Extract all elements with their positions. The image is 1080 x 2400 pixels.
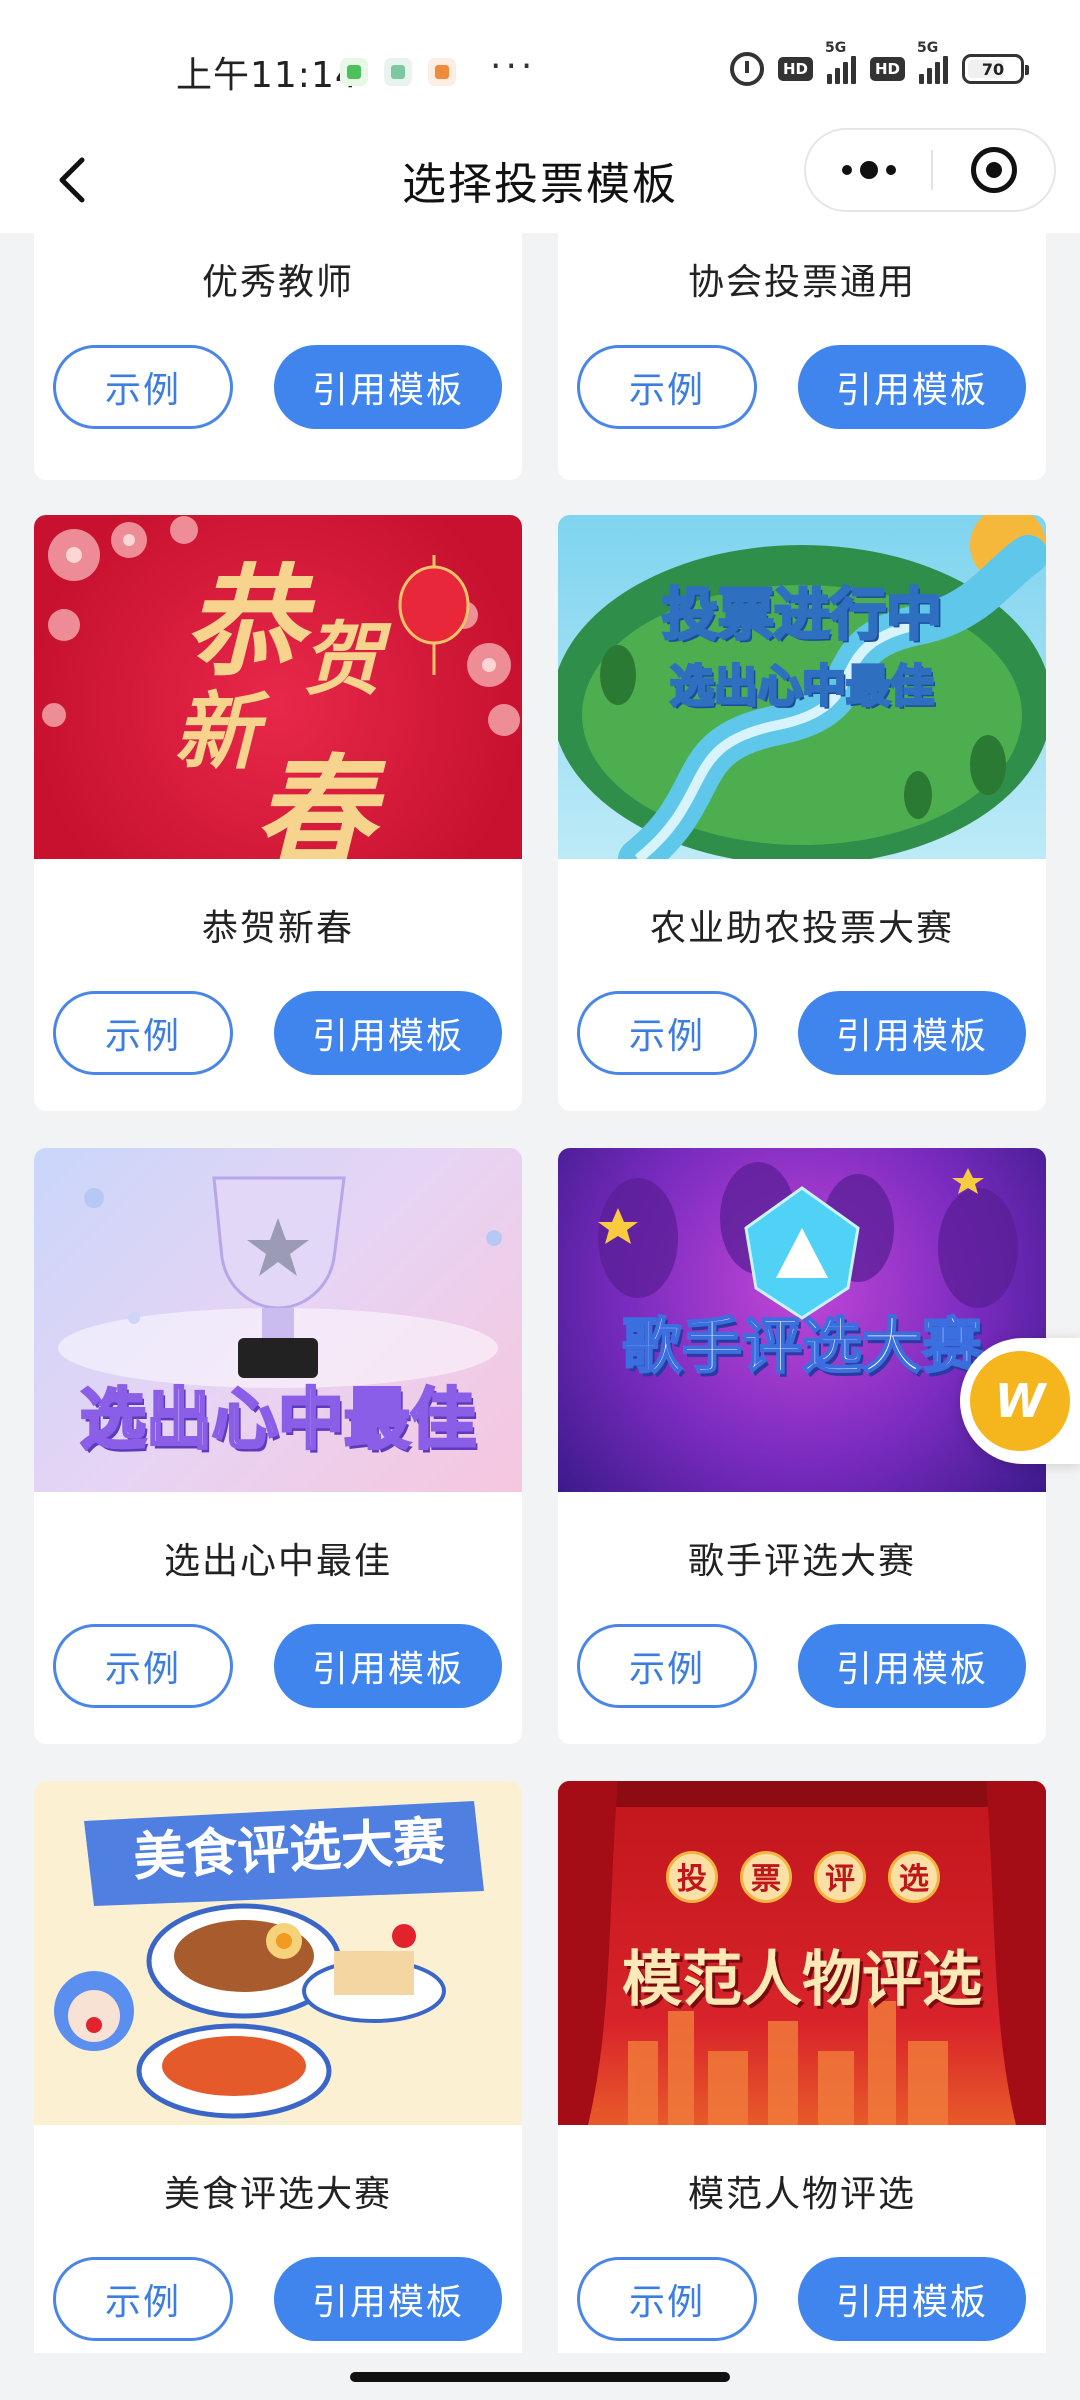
image-text: 贺 (302, 612, 382, 706)
use-template-button[interactable]: 引用模板 (798, 1624, 1026, 1708)
battery-icon: 70 (962, 54, 1029, 84)
image-text: 新 (174, 682, 259, 781)
home-indicator[interactable] (350, 2372, 730, 2382)
image-text: 票 (740, 1851, 792, 1903)
status-time: 上午11:14 (176, 55, 359, 96)
hd-badge: HD (777, 57, 813, 81)
image-text: 选出心中最佳 (79, 1380, 478, 1460)
target-icon (970, 147, 1017, 193)
image-text: 评 (814, 1851, 866, 1903)
example-button[interactable]: 示例 (53, 345, 233, 429)
template-title: 恭贺新春 (201, 908, 354, 949)
use-template-button[interactable]: 引用模板 (274, 991, 502, 1075)
close-mini-program-button[interactable] (933, 130, 1054, 210)
status-indicators: HD 5G HD 5G 70 (729, 40, 1029, 86)
use-template-button[interactable]: 引用模板 (274, 345, 502, 429)
more-notifications-icon: ··· (490, 46, 537, 87)
template-image: 恭 贺 新 春 (34, 515, 522, 859)
template-image: 选出心中最佳 (34, 1148, 522, 1492)
example-button[interactable]: 示例 (577, 991, 757, 1075)
template-card: 优秀教师 示例 引用模板 (34, 233, 522, 480)
template-grid: 优秀教师 示例 引用模板 协会投票通用 示例 引用模板 恭 贺 新 春 恭贺新春… (0, 233, 1080, 2353)
example-button[interactable]: 示例 (577, 1624, 757, 1708)
nav-bar: 选择投票模板 (0, 128, 1080, 233)
image-text: 春 (254, 742, 374, 859)
example-button[interactable]: 示例 (53, 991, 233, 1075)
template-image: 美食评选大赛 (34, 1781, 522, 2125)
template-image: 投票进行中 选出心中最佳 (558, 515, 1046, 859)
template-title: 选出心中最佳 (163, 1541, 392, 1582)
badge-row: 投 票 评 选 (666, 1851, 940, 1903)
template-card: 美食评选大赛 美食评选大赛 示例 引用模板 (34, 1781, 522, 2353)
image-text: 模范人物评选 (622, 1945, 982, 2015)
example-button[interactable]: 示例 (53, 2257, 233, 2341)
signal-icon: 5G (917, 40, 948, 84)
example-button[interactable]: 示例 (577, 345, 757, 429)
example-button[interactable]: 示例 (577, 2257, 757, 2341)
brand-logo-icon: W (970, 1351, 1070, 1451)
app-notification-icon (340, 58, 368, 86)
more-dots-icon[interactable] (806, 130, 931, 210)
example-button[interactable]: 示例 (53, 1624, 233, 1708)
use-template-button[interactable]: 引用模板 (274, 1624, 502, 1708)
app-notification-icon (428, 58, 456, 86)
use-template-button[interactable]: 引用模板 (798, 2257, 1026, 2341)
status-bar: 上午11:14 ··· HD 5G HD 5G 70 (0, 0, 1080, 130)
mini-program-capsule (804, 128, 1056, 212)
image-text: 投票进行中 (661, 582, 944, 650)
floating-action-button[interactable]: W (960, 1338, 1080, 1464)
template-card: 协会投票通用 示例 引用模板 (558, 233, 1046, 480)
template-card: 投票进行中 选出心中最佳 农业助农投票大赛 示例 引用模板 (558, 515, 1046, 1111)
use-template-button[interactable]: 引用模板 (274, 2257, 502, 2341)
hd-badge: HD (869, 57, 905, 81)
wechat-notification-icon (384, 58, 412, 86)
template-image: 歌手评选大赛 (558, 1148, 1046, 1492)
template-card: 选出心中最佳 选出心中最佳 示例 引用模板 (34, 1148, 522, 1744)
image-text: 投 (666, 1851, 718, 1903)
template-title: 歌手评选大赛 (687, 1541, 916, 1582)
template-title: 优秀教师 (201, 262, 354, 303)
template-title: 美食评选大赛 (163, 2174, 392, 2215)
template-card: 投 票 评 选 模范人物评选 模范人物评选 示例 引用模板 (558, 1781, 1046, 2353)
notification-icons (340, 58, 456, 86)
signal-icon: 5G (825, 40, 856, 84)
use-template-button[interactable]: 引用模板 (798, 345, 1026, 429)
template-title: 农业助农投票大赛 (649, 908, 954, 949)
template-title: 协会投票通用 (687, 262, 916, 303)
image-text: 选 (888, 1851, 940, 1903)
use-template-button[interactable]: 引用模板 (798, 991, 1026, 1075)
image-text: 选出心中最佳 (669, 660, 936, 714)
template-card: 恭 贺 新 春 恭贺新春 示例 引用模板 (34, 515, 522, 1111)
template-title: 模范人物评选 (687, 2174, 916, 2215)
template-card: 歌手评选大赛 歌手评选大赛 示例 引用模板 (558, 1148, 1046, 1744)
template-image: 投 票 评 选 模范人物评选 (558, 1781, 1046, 2125)
alarm-icon (729, 52, 764, 86)
